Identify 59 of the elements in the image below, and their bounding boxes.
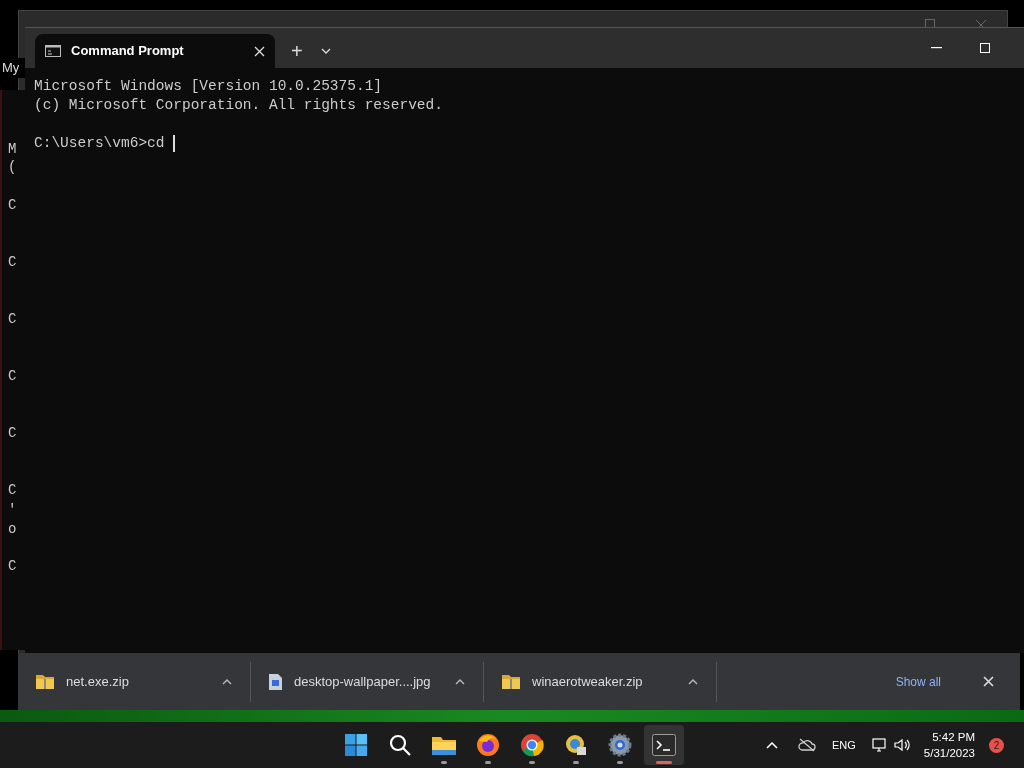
- chevron-down-icon[interactable]: [320, 48, 331, 54]
- console-text: C: [8, 559, 17, 573]
- file-name: net.exe.zip: [66, 672, 130, 691]
- clock-time[interactable]: 5:42 PM: [932, 729, 975, 745]
- running-indicator: [485, 761, 491, 764]
- console-line: C:\Users\vm6>cd: [34, 134, 166, 153]
- download-item[interactable]: desktop-wallpaper....jpg: [251, 661, 484, 702]
- console-text: ': [8, 503, 17, 517]
- console-text: (: [8, 160, 17, 174]
- text-cursor: [173, 135, 175, 152]
- zip-folder-icon: [502, 674, 520, 689]
- folder-icon: [431, 734, 457, 756]
- tab-title: Command Prompt: [71, 42, 185, 61]
- clock-date[interactable]: 5/31/2023: [923, 745, 975, 761]
- console-text: C: [8, 312, 17, 326]
- search-icon: [388, 733, 412, 757]
- windows-logo-icon: [344, 733, 368, 757]
- browser-icon: [476, 733, 500, 757]
- show-all-link[interactable]: Show all: [895, 672, 941, 691]
- chevron-up-icon[interactable]: [688, 678, 698, 685]
- running-indicator: [529, 761, 535, 764]
- running-indicator: [656, 761, 672, 764]
- download-item[interactable]: net.exe.zip: [18, 661, 251, 702]
- network-icon[interactable]: [871, 738, 888, 752]
- globe-icon: [564, 733, 588, 757]
- zip-folder-icon: [36, 674, 54, 689]
- cloud-off-icon[interactable]: [798, 738, 816, 752]
- console-icon: [45, 45, 61, 57]
- close-icon[interactable]: [983, 676, 994, 687]
- taskbar-button[interactable]: [644, 725, 684, 765]
- running-indicator: [441, 761, 447, 764]
- maximize-icon[interactable]: [980, 43, 990, 53]
- window-title: My: [2, 58, 26, 78]
- tab[interactable]: Command Prompt: [35, 34, 275, 68]
- notification-badge[interactable]: 2: [989, 737, 1004, 753]
- settings-icon: [608, 733, 632, 757]
- console-line: (c) Microsoft Corporation. All rights reserved.: [34, 96, 444, 115]
- file-icon: [269, 673, 282, 690]
- console-text: C: [8, 255, 17, 269]
- console-line: Microsoft Windows [Version 10.0.25375.1]: [34, 77, 384, 96]
- console-text: C: [8, 426, 17, 440]
- file-name: desktop-wallpaper....jpg: [294, 672, 432, 691]
- running-indicator: [617, 761, 623, 764]
- console-text: C: [8, 198, 17, 212]
- download-item[interactable]: winaerotweaker.zip: [484, 661, 717, 702]
- chevron-up-icon[interactable]: [455, 678, 465, 685]
- console-text: C: [8, 483, 17, 497]
- new-tab-button[interactable]: +: [291, 41, 303, 61]
- running-indicator: [573, 761, 579, 764]
- console-text: M: [8, 142, 17, 156]
- console-text: C: [8, 369, 17, 383]
- console-text: o: [8, 522, 17, 536]
- file-name: winaerotweaker.zip: [532, 672, 644, 691]
- browser-icon: [520, 733, 544, 757]
- chevron-up-icon[interactable]: [222, 678, 232, 685]
- volume-icon[interactable]: [893, 738, 910, 752]
- language-indicator[interactable]: ENG: [832, 736, 856, 754]
- terminal-icon: [652, 734, 676, 756]
- close-icon[interactable]: [254, 45, 265, 57]
